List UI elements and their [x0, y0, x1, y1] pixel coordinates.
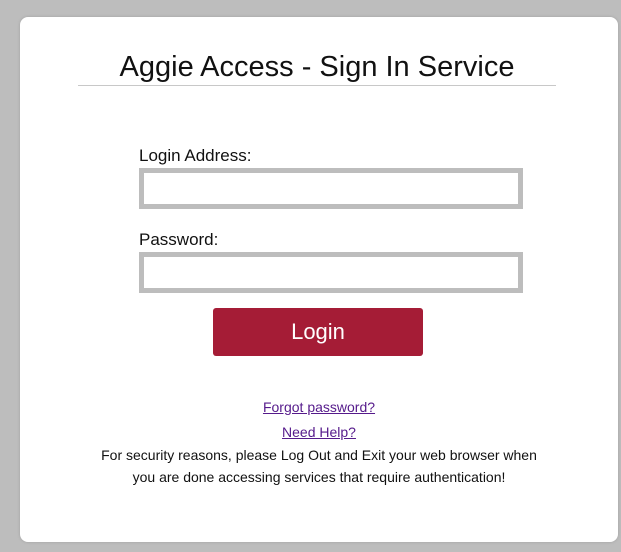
need-help-link[interactable]: Need Help?	[20, 424, 618, 440]
page-title: Aggie Access - Sign In Service	[78, 50, 556, 86]
forgot-password-link[interactable]: Forgot password?	[20, 399, 618, 415]
password-input[interactable]	[139, 252, 523, 293]
login-address-input[interactable]	[139, 168, 523, 209]
security-notice: For security reasons, please Log Out and…	[20, 444, 618, 488]
sign-in-card: Aggie Access - Sign In Service Login Add…	[20, 17, 618, 542]
security-notice-line-1: For security reasons, please Log Out and…	[101, 447, 537, 463]
login-address-label: Login Address:	[139, 146, 252, 165]
security-notice-line-2: you are done accessing services that req…	[132, 469, 506, 485]
password-label: Password:	[139, 230, 219, 249]
login-button[interactable]: Login	[213, 308, 423, 356]
